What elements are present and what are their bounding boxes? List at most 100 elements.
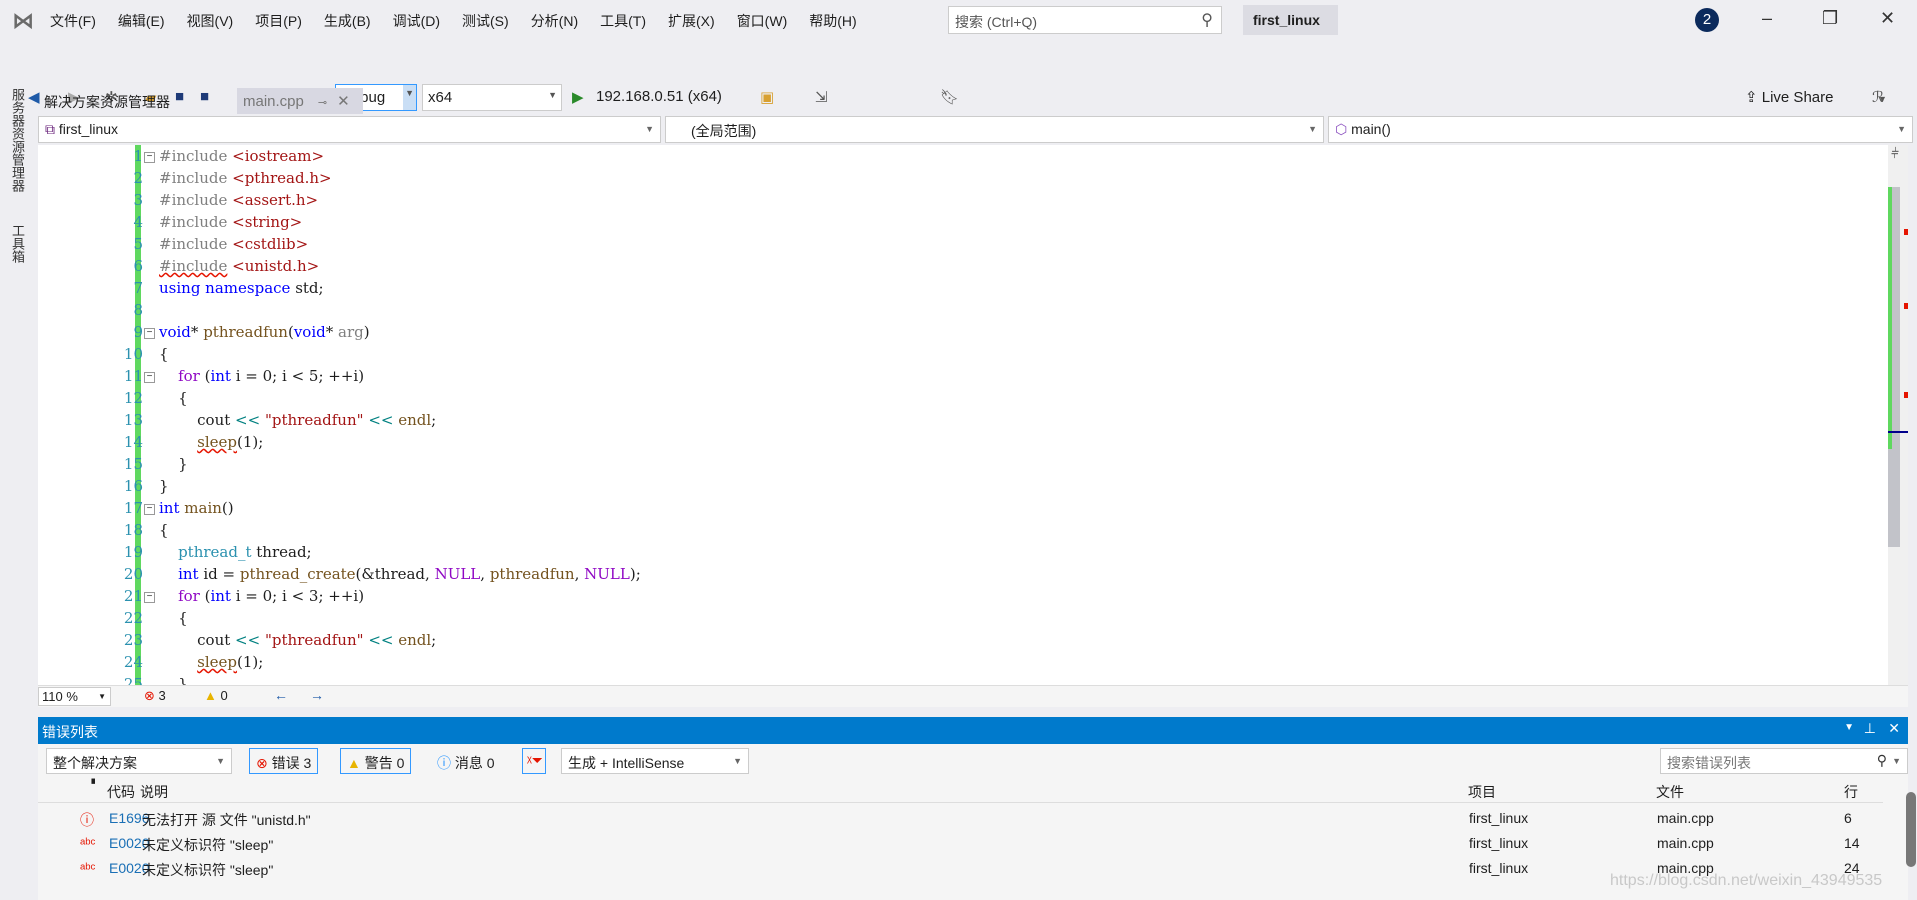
code-line[interactable]: #include <iostream> — [159, 147, 324, 165]
code-line[interactable]: #include <pthread.h> — [159, 169, 332, 187]
code-line[interactable]: cout << "pthreadfun" << endl; — [159, 411, 436, 429]
warnings-toggle[interactable]: ▲ 警告 0 — [340, 748, 412, 774]
code-line[interactable]: { — [159, 345, 169, 363]
toolbox-tab[interactable]: 工具箱 — [8, 224, 27, 263]
menu-item[interactable]: 编辑(E) — [118, 11, 165, 31]
code-token: << — [235, 411, 261, 429]
code-line[interactable]: pthread_t thread; — [159, 543, 312, 561]
server-explorer-tab[interactable]: 服务器资源管理器 — [8, 88, 27, 192]
minimize-button[interactable]: – — [1762, 8, 1772, 29]
code-line[interactable]: using namespace std; — [159, 279, 324, 297]
menu-item[interactable]: 视图(V) — [187, 11, 234, 31]
code-editor[interactable]: 1 #include <iostream> 2 #include <pthread.h… — [38, 145, 1888, 685]
collapse-icon[interactable]: − — [144, 504, 155, 515]
code-line[interactable]: { — [159, 389, 188, 407]
messages-toggle[interactable]: ⓘ 消息 0 — [430, 748, 502, 774]
column-line[interactable]: 行 — [1844, 782, 1858, 802]
error-count[interactable]: ⊗ 3 — [144, 688, 166, 704]
run-target[interactable]: 192.168.0.51 (x64) — [596, 88, 722, 105]
pin-icon[interactable]: ⊥ — [1864, 720, 1876, 737]
menu-item[interactable]: 项目(P) — [255, 11, 302, 31]
close-button[interactable]: ✕ — [1880, 8, 1895, 29]
previous-issue-icon[interactable]: ← — [274, 687, 288, 703]
column-file[interactable]: 文件 — [1656, 782, 1684, 802]
code-line[interactable]: for (int i = 0; i < 5; ++i) — [159, 367, 364, 385]
close-panel-icon[interactable]: ✕ — [1888, 720, 1900, 737]
tab-main-cpp[interactable]: main.cpp ⊸ ✕ — [237, 88, 363, 114]
editor-vertical-scrollbar[interactable]: ⫩ — [1888, 145, 1908, 685]
code-line[interactable]: sleep(1); — [159, 653, 263, 671]
menu-item[interactable]: 帮助(H) — [809, 11, 856, 31]
error-row[interactable]: ⓘ E1696 无法打开 源 文件 "unistd.h" first_linux… — [38, 805, 1883, 830]
project-dropdown[interactable]: ⧉ first_linux ▼ — [38, 116, 661, 143]
platform-select[interactable]: x64 ▼ — [422, 84, 562, 111]
code-line[interactable]: { — [159, 521, 169, 539]
bookmark-icon[interactable]: 🔖︎ — [940, 88, 959, 106]
window-position-icon[interactable]: ▼ — [1844, 722, 1854, 733]
code-line[interactable]: #include <string> — [159, 213, 302, 231]
code-line[interactable]: sleep(1); — [159, 433, 263, 451]
zoom-select[interactable]: 110 % ▼ — [38, 687, 111, 706]
code-line[interactable]: #include <unistd.h> — [159, 257, 319, 275]
search-box[interactable]: 搜索 (Ctrl+Q) ⚲ — [948, 6, 1222, 34]
code-line[interactable]: cout << "pthreadfun" << endl; — [159, 631, 436, 649]
collapse-icon[interactable]: − — [144, 372, 155, 383]
code-line[interactable]: #include <assert.h> — [159, 191, 318, 209]
menu-item[interactable]: 调试(D) — [393, 11, 440, 31]
errors-toggle[interactable]: ⊗ 错误 3 — [249, 748, 319, 774]
menu-item[interactable]: 生成(B) — [324, 11, 371, 31]
column-project[interactable]: 项目 — [1468, 782, 1496, 802]
code-line[interactable]: int id = pthread_create(&thread, NULL, p… — [159, 565, 641, 583]
code-line[interactable]: int main() — [159, 499, 234, 517]
menu-item[interactable]: 文件(F) — [50, 11, 96, 31]
close-tab-icon[interactable]: ✕ — [337, 93, 350, 110]
tab-overflow-icon[interactable]: ▼ — [1878, 94, 1887, 104]
line-number: 20 — [123, 565, 143, 583]
member-dropdown[interactable]: ⬡ main() ▼ — [1328, 116, 1913, 143]
pin-icon[interactable]: ⊸ — [318, 97, 327, 109]
column-code[interactable]: 代码 — [107, 782, 135, 802]
scope-dropdown[interactable]: (全局范围) ▼ — [665, 116, 1324, 143]
error-row[interactable]: ᵃᵇᶜ E0020 未定义标识符 "sleep" first_linux mai… — [38, 830, 1883, 855]
menu-item[interactable]: 分析(N) — [531, 11, 578, 31]
step-icon[interactable]: ⇲ — [815, 88, 828, 106]
code-token: , — [574, 565, 585, 583]
tab-solution-explorer[interactable]: 解决方案资源管理器 — [44, 92, 170, 112]
notification-badge[interactable]: 2 — [1695, 8, 1719, 32]
warning-count[interactable]: ▲ 0 — [204, 688, 228, 703]
error-row[interactable]: ᵃᵇᶜ E0020 未定义标识符 "sleep" first_linux mai… — [38, 855, 1883, 880]
next-issue-icon[interactable]: → — [310, 687, 324, 703]
error-list-scrollbar[interactable] — [1906, 792, 1916, 867]
code-line[interactable]: } — [159, 455, 188, 473]
collapse-icon[interactable]: − — [144, 592, 155, 603]
code-line[interactable]: void* pthreadfun(void* arg) — [159, 323, 370, 341]
filter-button[interactable]: ᵡ⏷ — [522, 748, 546, 774]
live-share-button[interactable]: ⇪ Live Share — [1745, 88, 1833, 106]
source-filter[interactable]: 生成 + IntelliSense ▼ — [561, 748, 749, 774]
menu-item[interactable]: 窗口(W) — [737, 11, 788, 31]
collapse-icon[interactable]: − — [144, 328, 155, 339]
code-line[interactable]: { — [159, 609, 188, 627]
restore-button[interactable]: ❐ — [1822, 8, 1838, 29]
side-tab-strip: 服务器资源管理器 工具箱 — [0, 84, 34, 900]
code-line[interactable]: } — [159, 675, 188, 685]
menu-item[interactable]: 测试(S) — [462, 11, 509, 31]
collapse-icon[interactable]: − — [144, 152, 155, 163]
code-token: { — [159, 345, 169, 363]
error-icon: ⊗ — [144, 688, 159, 703]
save-all-icon[interactable]: ■ — [200, 88, 209, 105]
live-share-label: Live Share — [1761, 89, 1834, 106]
code-line[interactable]: for (int i = 0; i < 3; ++i) — [159, 587, 364, 605]
code-line[interactable]: } — [159, 477, 169, 495]
find-in-files-icon[interactable]: ▣ — [760, 88, 774, 106]
run-icon[interactable]: ▶ — [572, 88, 584, 106]
menu-item[interactable]: 工具(T) — [600, 11, 646, 31]
editor-status-bar: 110 % ▼ ⊗ 3 ▲ 0 ← → — [38, 685, 1908, 707]
code-line[interactable]: #include <cstdlib> — [159, 235, 308, 253]
split-icon[interactable]: ⫩ — [1891, 145, 1899, 162]
save-icon[interactable]: ■ — [175, 88, 184, 105]
menu-item[interactable]: 扩展(X) — [668, 11, 715, 31]
error-search-input[interactable]: 搜索错误列表 ⚲ ▼ — [1660, 748, 1908, 774]
column-description[interactable]: 说明 — [140, 782, 168, 802]
scope-filter[interactable]: 整个解决方案 ▼ — [46, 748, 232, 774]
